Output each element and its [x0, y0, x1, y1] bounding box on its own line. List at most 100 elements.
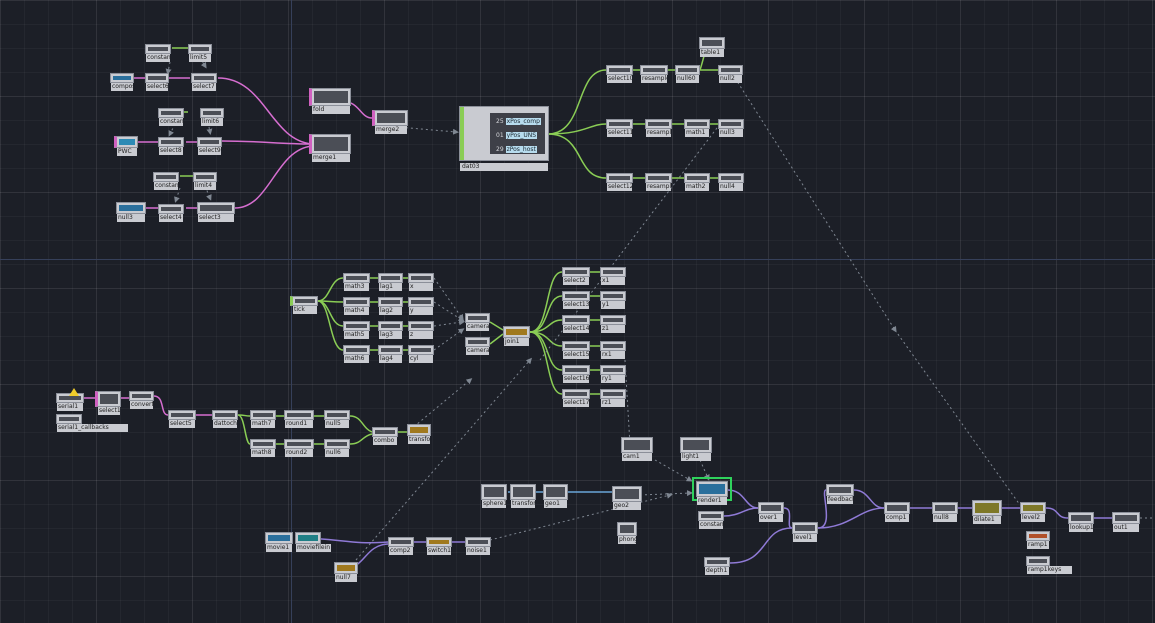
node-math8[interactable]: math8	[250, 439, 276, 457]
node-lag3[interactable]: lag3	[378, 321, 403, 339]
node-lag4[interactable]: lag4	[378, 345, 403, 363]
node-constant3[interactable]: constant3	[145, 44, 171, 62]
node-rz1[interactable]: rz1	[600, 389, 626, 407]
node-dat03-table[interactable]: 25 xPos_comp 01 yPos_UNS 29 zPos_host da…	[459, 106, 549, 171]
node-z1[interactable]: z1	[600, 315, 626, 333]
node-resample5[interactable]: resample5	[640, 65, 668, 83]
node-compositeIn[interactable]: compositeIn	[110, 73, 134, 91]
node-select7[interactable]: select7	[191, 73, 217, 91]
node-dilate1[interactable]: dilate1	[972, 500, 1002, 524]
node-convert[interactable]: convert	[129, 391, 154, 409]
node-lookup1[interactable]: lookup1	[1068, 512, 1094, 532]
node-phong1[interactable]: phong1	[617, 522, 637, 544]
node-table1[interactable]: table1	[699, 37, 725, 57]
node-constant1[interactable]: constant1	[698, 511, 724, 529]
node-ramp1[interactable]: ramp1	[1026, 531, 1050, 549]
node-null7[interactable]: noise1	[465, 537, 491, 555]
node-geo2[interactable]: geo2	[612, 486, 642, 510]
node-null5[interactable]: null5	[324, 410, 350, 428]
node-y[interactable]: y	[408, 297, 434, 315]
node-rx1[interactable]: rx1	[600, 341, 626, 359]
network-editor-canvas[interactable]: constant3 limit5 compositeIn select6 sel…	[0, 0, 1155, 623]
node-camerasecond[interactable]: camerasecond	[465, 337, 490, 355]
node-movie1[interactable]: movie1	[265, 532, 293, 552]
node-join1[interactable]: join1	[503, 326, 530, 346]
node-select2[interactable]: select2	[562, 267, 590, 285]
node-math6[interactable]: math6	[343, 345, 370, 363]
node-feedback1[interactable]: feedback1	[826, 484, 854, 504]
node-moviefilein[interactable]: moviefilein	[295, 532, 331, 552]
node-switch1[interactable]: switch1	[426, 537, 452, 555]
node-math3[interactable]: math3	[343, 273, 370, 291]
node-select16[interactable]: select16	[562, 365, 590, 383]
node-lag1[interactable]: lag1	[378, 273, 403, 291]
node-sphere1[interactable]: sphere1	[481, 484, 507, 508]
node-select14[interactable]: select14	[562, 315, 590, 333]
node-null6[interactable]: null6	[324, 439, 350, 457]
node-select4[interactable]: select4	[158, 204, 184, 222]
node-null2[interactable]: null2	[718, 65, 743, 83]
node-select9[interactable]: select9	[197, 137, 222, 155]
node-select17[interactable]: select17	[562, 389, 590, 407]
node-null8[interactable]: null8	[932, 502, 958, 522]
node-select13[interactable]: select13	[562, 291, 590, 309]
node-pwc[interactable]: PWC	[114, 136, 138, 156]
node-select1[interactable]: select1	[95, 391, 121, 415]
node-null3[interactable]: null3	[116, 202, 146, 222]
node-x[interactable]: x	[408, 273, 434, 291]
node-constant4[interactable]: constant4	[158, 108, 184, 126]
node-ramp1keys[interactable]: ramp1keys	[1026, 556, 1072, 574]
node-depth1[interactable]: depth1	[704, 557, 730, 575]
node-select12[interactable]: select12	[606, 173, 633, 191]
node-transform[interactable]: transform	[407, 424, 431, 444]
node-limit6[interactable]: limit6	[200, 108, 224, 126]
node-select15[interactable]: select15	[562, 341, 590, 359]
node-constant2[interactable]: constant2	[153, 172, 179, 190]
node-math2[interactable]: math2	[684, 173, 710, 191]
node-x1[interactable]: x1	[600, 267, 626, 285]
node-cam1[interactable]: cam1	[621, 437, 653, 461]
node-cyl[interactable]: cyl	[408, 345, 434, 363]
node-transform2[interactable]: transform2	[510, 484, 536, 508]
node-null4[interactable]: null4	[718, 173, 744, 191]
node-comp2[interactable]: comp2	[388, 537, 414, 555]
node-ry1[interactable]: ry1	[600, 365, 626, 383]
node-math4[interactable]: math4	[343, 297, 370, 315]
node-null3-b[interactable]: null3	[718, 119, 744, 137]
node-over1[interactable]: over1	[758, 502, 784, 522]
node-select10[interactable]: select10	[606, 65, 633, 83]
node-resample6[interactable]: resample6	[645, 119, 672, 137]
node-noise1[interactable]: null7	[334, 562, 358, 582]
node-combo[interactable]: combo	[372, 427, 398, 445]
node-merge2[interactable]: merge2	[372, 110, 408, 134]
node-null60[interactable]: null60	[675, 65, 700, 83]
node-resample7[interactable]: resample7	[645, 173, 672, 191]
node-level2[interactable]: level2	[1020, 502, 1046, 522]
node-z[interactable]: z	[408, 321, 434, 339]
node-math7[interactable]: math7	[250, 410, 276, 428]
node-math1[interactable]: math1	[684, 119, 710, 137]
node-math5[interactable]: math5	[343, 321, 370, 339]
node-out1[interactable]: out1	[1112, 512, 1140, 532]
node-comp1[interactable]: comp1	[884, 502, 910, 522]
node-merge1[interactable]: merge1	[309, 134, 351, 162]
node-lag2[interactable]: lag2	[378, 297, 403, 315]
node-limit4[interactable]: limit4	[193, 172, 217, 190]
node-select3[interactable]: select3	[197, 202, 235, 222]
node-dattochop[interactable]: dattochop	[212, 410, 238, 428]
node-select11[interactable]: select11	[606, 119, 633, 137]
node-serial1-callbacks[interactable]: serial1_callbacks	[56, 414, 128, 432]
node-y1[interactable]: y1	[600, 291, 626, 309]
node-level1[interactable]: level1	[792, 522, 818, 542]
node-light1[interactable]: light1	[680, 437, 712, 461]
node-fold[interactable]: fold	[309, 88, 351, 114]
node-geo1[interactable]: geo1	[543, 484, 568, 508]
node-tick[interactable]: tick	[290, 296, 318, 314]
node-cameraT[interactable]: cameraT	[465, 313, 490, 331]
node-select6[interactable]: select6	[145, 73, 169, 91]
node-limit5[interactable]: limit5	[188, 44, 212, 62]
node-select8[interactable]: select8	[158, 137, 184, 155]
node-select5[interactable]: select5	[168, 410, 196, 428]
node-round1[interactable]: round1	[284, 410, 314, 428]
node-serial1[interactable]: serial1	[56, 388, 84, 411]
